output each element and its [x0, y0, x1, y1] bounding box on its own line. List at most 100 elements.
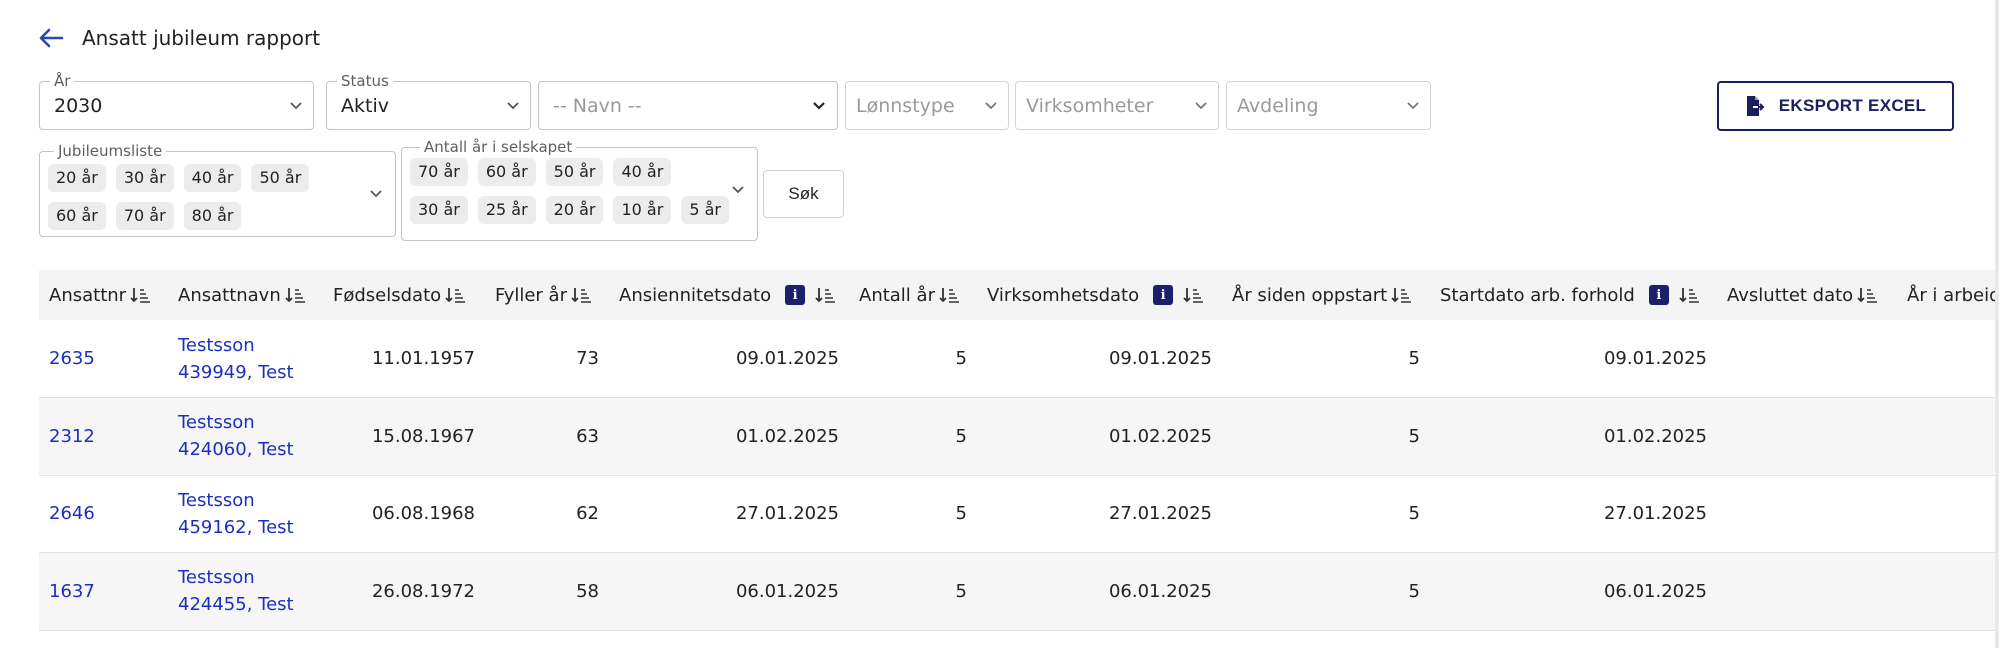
- year-select[interactable]: År 2030: [39, 72, 314, 130]
- sort-icon[interactable]: [939, 286, 961, 304]
- birth-date: 06.08.1968: [371, 503, 475, 525]
- birth-date: 15.08.1967: [371, 425, 475, 447]
- chevron-down-icon: [290, 101, 302, 109]
- info-icon[interactable]: i: [1153, 285, 1174, 305]
- years-in-work: [1897, 320, 1999, 398]
- sort-icon[interactable]: [1183, 286, 1205, 304]
- vertical-scrollbar[interactable]: [1995, 0, 1999, 648]
- start-date: 09.01.2025: [1603, 348, 1707, 369]
- column-header-ansiennitetsdato[interactable]: Ansiennitetsdato i: [609, 270, 849, 320]
- chevron-down-icon: [813, 101, 825, 110]
- employee-name-link[interactable]: Testsson 424455, Test: [178, 564, 308, 618]
- employee-id-link[interactable]: 1637: [49, 581, 95, 602]
- table-row: 2646 Testsson 459162, Test 06.08.1968 62…: [39, 475, 1999, 553]
- export-excel-button[interactable]: EKSPORT EXCEL: [1717, 81, 1954, 131]
- company-date: 06.01.2025: [1108, 580, 1212, 602]
- chip-jubilee[interactable]: 50 år: [251, 164, 310, 192]
- chip-jubilee[interactable]: 40 år: [183, 164, 242, 192]
- employee-name-link[interactable]: Testsson 439949, Test: [178, 332, 308, 386]
- chip-years[interactable]: 5 år: [681, 196, 729, 224]
- year-value: 2030: [54, 94, 103, 117]
- chip-years[interactable]: 25 år: [477, 196, 536, 224]
- chip-jubilee[interactable]: 80 år: [183, 202, 242, 230]
- employee-name-link[interactable]: Testsson 459162, Test: [178, 487, 308, 541]
- start-date: 01.02.2025: [1603, 425, 1707, 447]
- years-since-start: 5: [1408, 503, 1420, 525]
- chip-years[interactable]: 70 år: [410, 158, 468, 186]
- chip-years[interactable]: 50 år: [545, 158, 604, 186]
- start-date: 06.01.2025: [1603, 580, 1707, 602]
- column-header-avsluttet-dato[interactable]: Avsluttet dato: [1717, 270, 1897, 320]
- sort-icon[interactable]: [1679, 286, 1701, 304]
- years-count: 5: [955, 580, 967, 602]
- sort-icon[interactable]: [285, 286, 307, 304]
- chip-years[interactable]: 60 år: [477, 158, 536, 186]
- chip-years[interactable]: 40 år: [613, 158, 672, 186]
- start-date: 27.01.2025: [1603, 503, 1707, 525]
- export-excel-label: EKSPORT EXCEL: [1778, 96, 1927, 115]
- info-icon[interactable]: i: [785, 285, 806, 305]
- employee-id-link[interactable]: 2312: [49, 426, 95, 447]
- info-icon[interactable]: i: [1648, 285, 1669, 305]
- companies-select[interactable]: Virksomheter: [1015, 81, 1219, 130]
- years-in-company-select[interactable]: Antall år i selskapet 70 år 60 år 50 år …: [401, 138, 758, 241]
- back-arrow-icon[interactable]: [38, 26, 66, 50]
- years-count: 5: [955, 348, 967, 369]
- column-header-ansattnavn[interactable]: Ansattnavn: [168, 270, 323, 320]
- company-date: 09.01.2025: [1108, 348, 1212, 369]
- column-header-virksomhetsdato[interactable]: Virksomhetsdato i: [977, 270, 1222, 320]
- employee-id-link[interactable]: 2635: [49, 348, 95, 369]
- chevron-down-icon: [985, 101, 997, 109]
- status-label: Status: [337, 72, 393, 90]
- turns-age: 63: [576, 425, 599, 447]
- years-since-start: 5: [1408, 580, 1420, 602]
- name-select[interactable]: -- Navn --: [538, 81, 838, 130]
- chip-jubilee[interactable]: 30 år: [115, 164, 174, 192]
- column-header-antall-ar[interactable]: Antall år: [849, 270, 977, 320]
- chip-jubilee[interactable]: 70 år: [115, 202, 174, 230]
- sort-icon[interactable]: [815, 286, 837, 304]
- years-since-start: 5: [1408, 425, 1420, 447]
- status-select[interactable]: Status Aktiv: [326, 72, 531, 130]
- column-header-ansattnr[interactable]: Ansattnr: [39, 270, 168, 320]
- turns-age: 58: [576, 580, 599, 602]
- chip-jubilee[interactable]: 20 år: [48, 164, 106, 192]
- chevron-down-icon: [1195, 101, 1207, 109]
- search-button[interactable]: Søk: [763, 170, 844, 218]
- ended-date: [1717, 398, 1897, 476]
- ended-date: [1717, 553, 1897, 631]
- table-row: 2635 Testsson 439949, Test 11.01.1957 73…: [39, 320, 1999, 398]
- years-in-work: [1897, 475, 1999, 553]
- department-select[interactable]: Avdeling: [1226, 81, 1431, 130]
- jubilee-list-select[interactable]: Jubileumsliste 20 år 30 år 40 år 50 år 6…: [39, 142, 396, 237]
- chip-years[interactable]: 20 år: [545, 196, 604, 224]
- employee-name-link[interactable]: Testsson 424060, Test: [178, 409, 308, 463]
- chip-years[interactable]: 10 år: [613, 196, 672, 224]
- chip-years[interactable]: 30 år: [410, 196, 468, 224]
- years-count: 5: [955, 425, 967, 447]
- sort-icon[interactable]: [571, 286, 593, 304]
- column-header-fodselsdato[interactable]: Fødselsdato: [323, 270, 485, 320]
- ended-date: [1717, 320, 1897, 398]
- column-header-ar-i-arbeid[interactable]: År i arbeid: [1897, 270, 1999, 320]
- birth-date: 11.01.1957: [371, 348, 475, 369]
- employee-id-link[interactable]: 2646: [49, 503, 95, 524]
- sort-icon[interactable]: [1391, 286, 1413, 304]
- seniority-date: 06.01.2025: [735, 580, 839, 602]
- column-header-fyller-ar[interactable]: Fyller år: [485, 270, 609, 320]
- sort-icon[interactable]: [445, 286, 467, 304]
- chevron-down-icon: [507, 101, 519, 109]
- table-row: 2312 Testsson 424060, Test 15.08.1967 63…: [39, 397, 1999, 476]
- table-header-row: Ansattnr Ansattnavn Fødselsdato Fyller å…: [39, 270, 1999, 320]
- sort-icon[interactable]: [1857, 286, 1879, 304]
- turns-age: 62: [576, 503, 599, 525]
- chip-jubilee[interactable]: 60 år: [48, 202, 106, 230]
- company-date: 27.01.2025: [1108, 503, 1212, 525]
- column-header-ar-siden-oppstart[interactable]: År siden oppstart: [1222, 270, 1430, 320]
- salary-type-select[interactable]: Lønnstype: [845, 81, 1009, 130]
- column-header-startdato[interactable]: Startdato arb. forhold i: [1430, 270, 1717, 320]
- chevron-down-icon: [1407, 101, 1419, 109]
- years-in-company-label: Antall år i selskapet: [420, 138, 577, 156]
- sort-icon[interactable]: [130, 286, 152, 304]
- seniority-date: 01.02.2025: [735, 425, 839, 447]
